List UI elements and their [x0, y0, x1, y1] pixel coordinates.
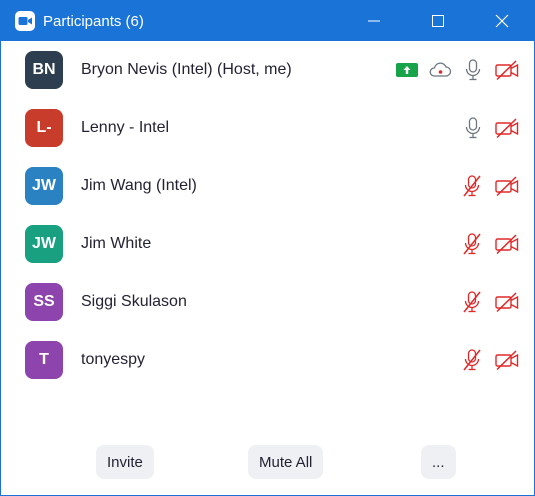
cloud-record-icon [429, 62, 452, 77]
participant-row[interactable]: T tonyespy [1, 331, 534, 389]
window-title: Participants (6) [43, 12, 144, 30]
video-off-icon[interactable] [494, 291, 520, 313]
participant-row[interactable]: JW Jim White [1, 215, 534, 273]
participant-list: BN Bryon Nevis (Intel) (Host, me) L- Len… [1, 41, 534, 389]
status-icons [396, 41, 520, 99]
zoom-app-icon [15, 11, 35, 31]
maximize-icon [432, 15, 444, 27]
status-icons [460, 157, 520, 215]
minimize-button[interactable] [342, 1, 406, 41]
video-off-icon[interactable] [494, 117, 520, 139]
avatar: JW [25, 225, 63, 263]
mute-all-button[interactable]: Mute All [248, 445, 324, 479]
invite-button[interactable]: Invite [96, 445, 154, 479]
video-off-icon[interactable] [494, 175, 520, 197]
share-screen-icon[interactable] [396, 63, 418, 77]
participants-window: Participants (6) BN Bryon Nevis (Intel) … [0, 0, 535, 496]
microphone-muted-icon[interactable] [460, 348, 484, 372]
participant-row[interactable]: SS Siggi Skulason [1, 273, 534, 331]
avatar: L- [25, 109, 63, 147]
more-options-button[interactable]: ... [421, 445, 456, 479]
status-icons [462, 99, 520, 157]
status-icons [460, 331, 520, 389]
status-icons [460, 273, 520, 331]
title-bar: Participants (6) [1, 1, 534, 41]
avatar: JW [25, 167, 63, 205]
microphone-icon[interactable] [462, 116, 484, 140]
microphone-icon[interactable] [462, 58, 484, 82]
avatar: BN [25, 51, 63, 89]
video-off-icon[interactable] [494, 233, 520, 255]
participant-row[interactable]: L- Lenny - Intel [1, 99, 534, 157]
participant-row[interactable]: BN Bryon Nevis (Intel) (Host, me) [1, 41, 534, 99]
status-icons [460, 215, 520, 273]
maximize-button[interactable] [406, 1, 470, 41]
microphone-muted-icon[interactable] [460, 290, 484, 314]
video-off-icon[interactable] [494, 349, 520, 371]
close-icon [495, 14, 509, 28]
participant-row[interactable]: JW Jim Wang (Intel) [1, 157, 534, 215]
close-button[interactable] [470, 1, 534, 41]
minimize-icon [368, 20, 380, 22]
avatar: SS [25, 283, 63, 321]
video-off-icon[interactable] [494, 59, 520, 81]
microphone-muted-icon[interactable] [460, 174, 484, 198]
microphone-muted-icon[interactable] [460, 232, 484, 256]
avatar: T [25, 341, 63, 379]
footer-actions: Invite Mute All ... [1, 445, 534, 479]
